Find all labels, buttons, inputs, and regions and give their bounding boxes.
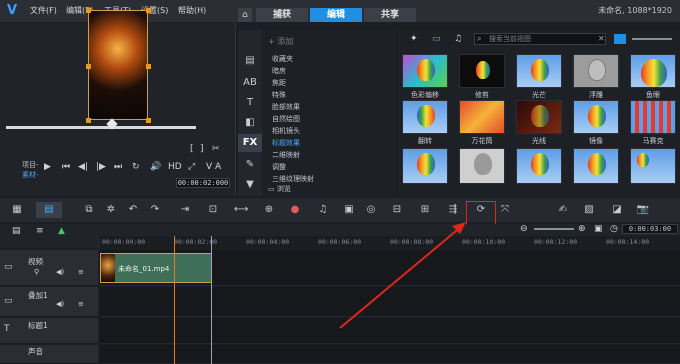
annotation-arrow [339, 222, 466, 329]
